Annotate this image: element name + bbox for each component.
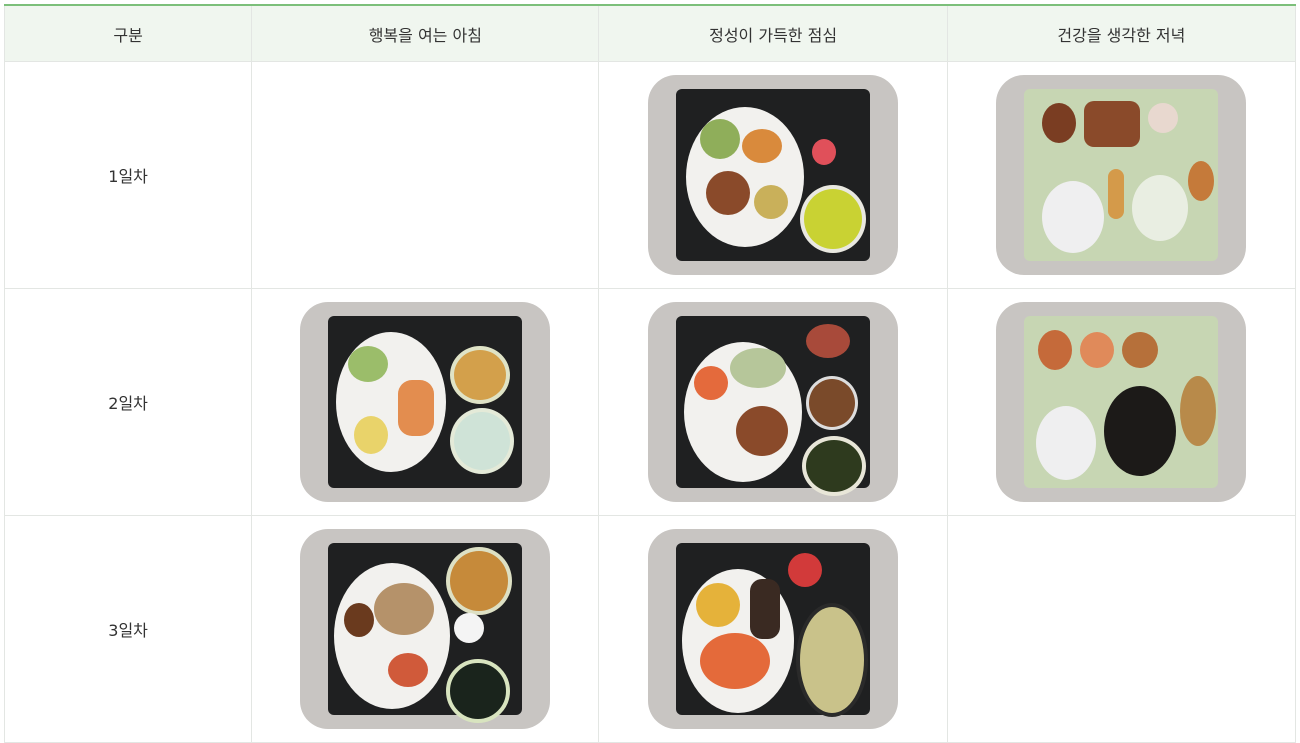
food-shape bbox=[754, 185, 789, 219]
tray-shape bbox=[328, 543, 523, 723]
soup-bowl-shape bbox=[802, 436, 867, 496]
side-bowl-shape bbox=[446, 547, 513, 615]
food-shape bbox=[1108, 169, 1125, 219]
food-shape bbox=[398, 380, 435, 436]
header-category: 구분 bbox=[3, 4, 253, 62]
lunch-tray-photo[interactable] bbox=[648, 302, 899, 502]
day-label: 3일차 bbox=[3, 515, 253, 743]
day-label: 2일차 bbox=[3, 288, 253, 516]
food-shape bbox=[374, 583, 435, 635]
soup-bowl-shape bbox=[1132, 175, 1189, 241]
soup-bowl-shape bbox=[450, 408, 515, 474]
breakfast-tray-photo[interactable] bbox=[300, 302, 551, 502]
day-label: 1일차 bbox=[3, 61, 253, 289]
meal-schedule-table: 구분 행복을 여는 아침 정성이 가득한 점심 건강을 생각한 저녁 1일차 2… bbox=[3, 4, 1297, 743]
meal-cell bbox=[946, 288, 1297, 516]
tray-shape bbox=[676, 316, 871, 496]
food-shape bbox=[1038, 330, 1073, 370]
food-shape bbox=[700, 633, 771, 689]
side-bowl-shape bbox=[806, 324, 851, 358]
dinner-tray-photo[interactable] bbox=[996, 75, 1247, 275]
food-shape bbox=[736, 406, 789, 456]
food-shape bbox=[1148, 103, 1179, 133]
table-row: 3일차 bbox=[3, 515, 1297, 743]
breakfast-tray-photo[interactable] bbox=[300, 529, 551, 729]
food-shape bbox=[706, 171, 751, 215]
tray-shape bbox=[1024, 316, 1219, 488]
food-shape bbox=[742, 129, 783, 163]
food-shape bbox=[700, 119, 741, 159]
header-dinner: 건강을 생각한 저녁 bbox=[946, 4, 1297, 62]
table-row: 2일차 bbox=[3, 288, 1297, 516]
stew-bowl-shape bbox=[1104, 386, 1177, 476]
side-bowl-shape bbox=[1180, 376, 1217, 446]
tray-shape bbox=[676, 543, 871, 717]
soup-bowl-shape bbox=[796, 603, 869, 717]
food-shape bbox=[694, 366, 729, 400]
dinner-tray-photo[interactable] bbox=[996, 302, 1247, 502]
side-bowl-shape bbox=[450, 346, 511, 404]
side-bowl-shape bbox=[806, 376, 859, 430]
food-shape bbox=[696, 583, 741, 627]
header-breakfast: 행복을 여는 아침 bbox=[251, 4, 600, 62]
food-shape bbox=[788, 553, 823, 587]
meal-cell bbox=[946, 61, 1297, 289]
meal-cell bbox=[598, 288, 948, 516]
meal-cell bbox=[598, 515, 948, 743]
rice-bowl-shape bbox=[1036, 406, 1097, 480]
meal-table-container: 구분 행복을 여는 아침 정성이 가득한 점심 건강을 생각한 저녁 1일차 2… bbox=[3, 4, 1297, 743]
food-shape bbox=[1080, 332, 1115, 368]
tray-shape bbox=[328, 316, 523, 488]
rice-bowl-shape bbox=[1042, 181, 1105, 253]
meal-cell bbox=[598, 61, 948, 289]
food-shape bbox=[750, 579, 781, 639]
food-shape bbox=[1084, 101, 1141, 147]
food-shape bbox=[730, 348, 787, 388]
header-row: 구분 행복을 여는 아침 정성이 가득한 점심 건강을 생각한 저녁 bbox=[3, 4, 1297, 62]
food-shape bbox=[1188, 161, 1215, 201]
dessert-cup-shape bbox=[812, 139, 837, 165]
empty-cell bbox=[251, 61, 600, 289]
empty-cell bbox=[946, 515, 1297, 743]
header-lunch: 정성이 가득한 점심 bbox=[598, 4, 948, 62]
meal-cell bbox=[251, 515, 600, 743]
meal-cell bbox=[251, 288, 600, 516]
tray-shape bbox=[1024, 89, 1219, 261]
tray-shape bbox=[676, 89, 871, 261]
food-shape bbox=[1042, 103, 1077, 143]
soup-bowl-shape bbox=[800, 185, 867, 253]
lunch-tray-photo[interactable] bbox=[648, 75, 899, 275]
lunch-tray-photo[interactable] bbox=[648, 529, 899, 729]
dessert-cup-shape bbox=[454, 613, 485, 643]
table-row: 1일차 bbox=[3, 61, 1297, 289]
food-shape bbox=[1122, 332, 1159, 368]
soup-bowl-shape bbox=[446, 659, 511, 723]
